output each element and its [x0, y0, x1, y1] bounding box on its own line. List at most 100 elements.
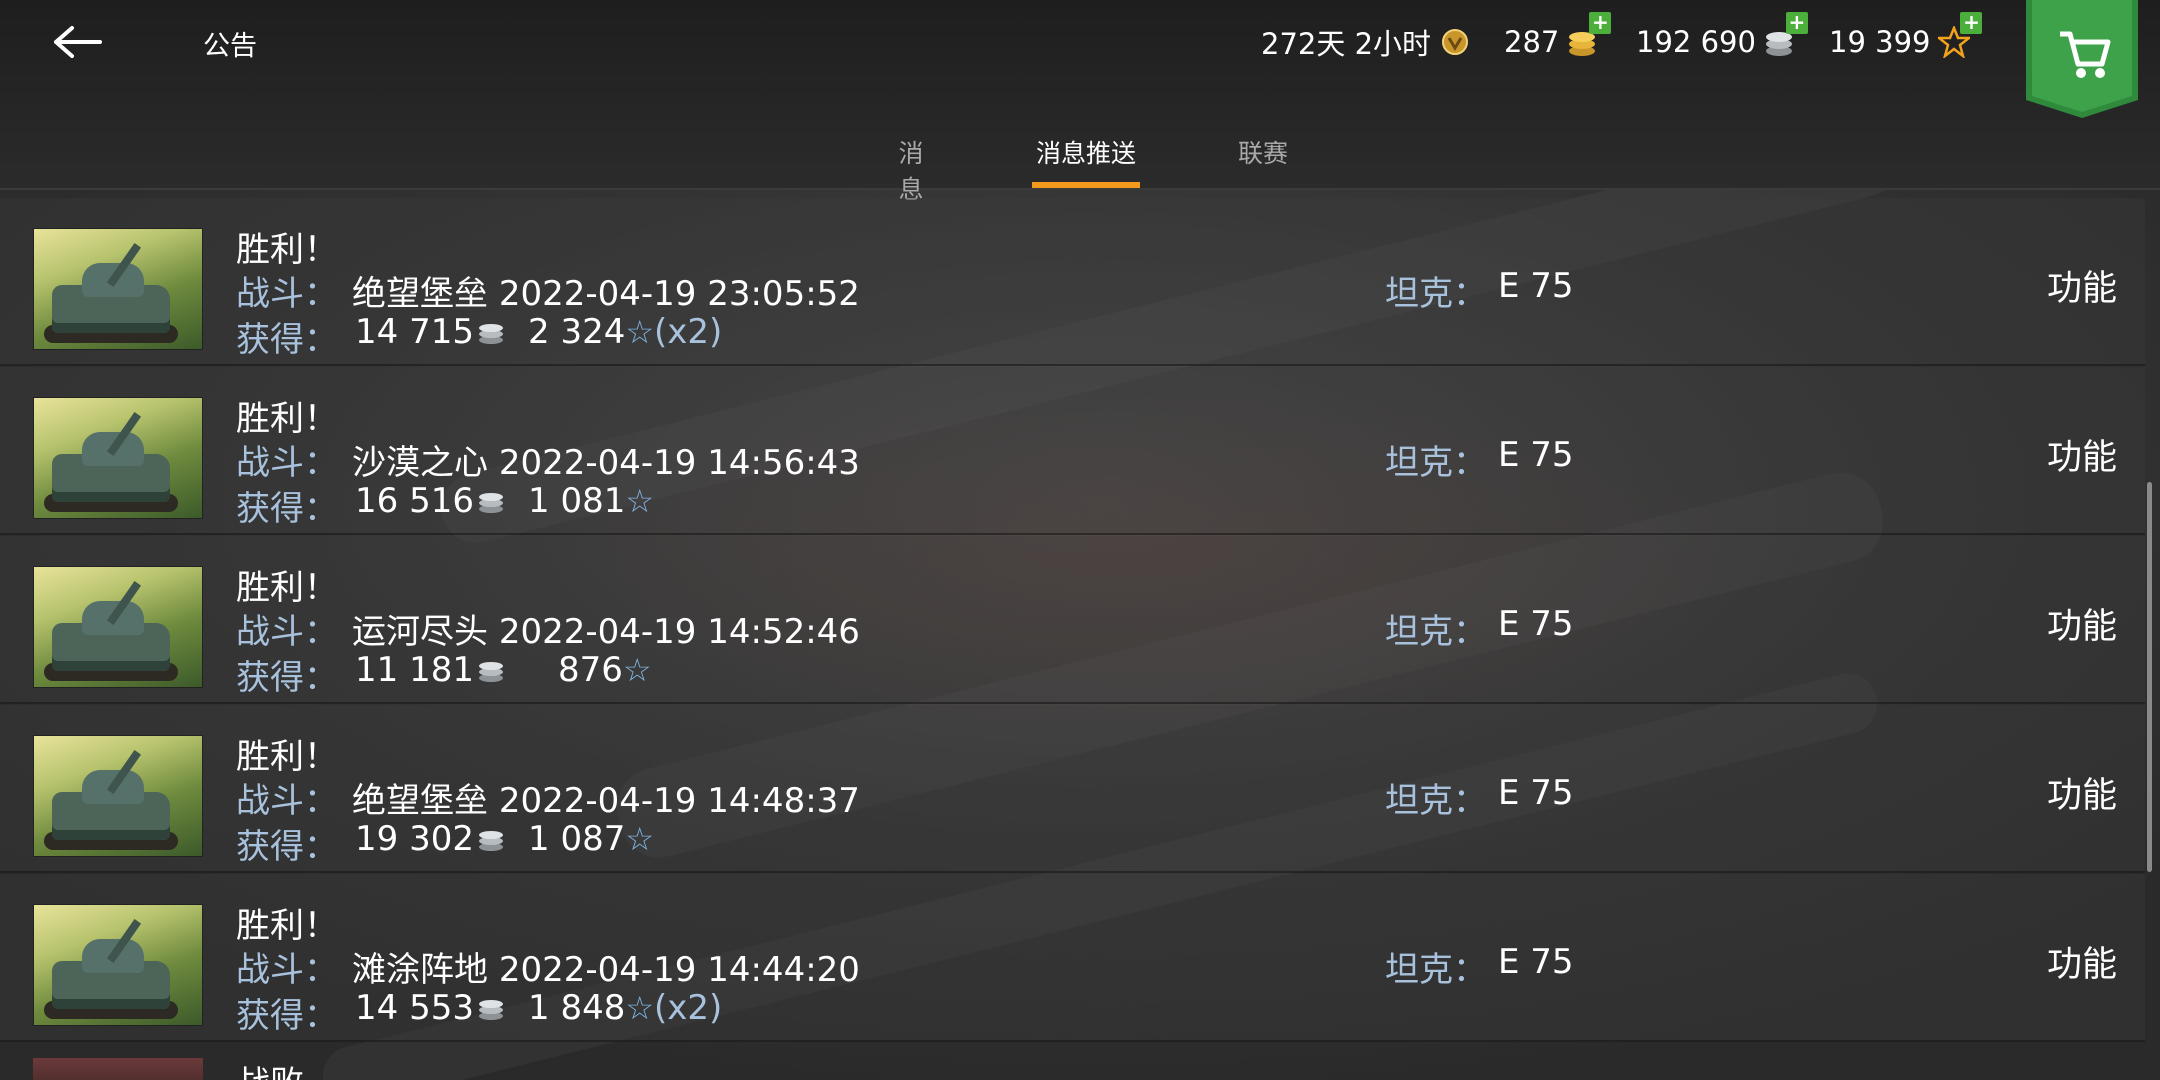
star-icon: + [1935, 12, 1983, 60]
battle-info: 绝望堡垒 2022-04-19 14:48:37 [352, 773, 860, 822]
add-credits-icon[interactable]: + [1785, 12, 1808, 34]
credits-amount: 11 181 [355, 650, 474, 690]
earned-credits: 14 553 [355, 988, 506, 1028]
shop-button[interactable] [2026, 0, 2138, 118]
function-button[interactable]: 功能 [2047, 429, 2117, 480]
tank-name: E 75 [1498, 604, 1574, 644]
silver-coins-icon [478, 493, 503, 513]
battle-datetime: 2022-04-19 14:44:20 [498, 950, 860, 990]
star-icon: ☆ [622, 651, 652, 689]
function-button[interactable]: 功能 [2047, 936, 2117, 987]
add-xp-icon[interactable]: + [1960, 12, 1983, 34]
battle-info: 绝望堡垒 2022-04-19 23:05:52 [352, 266, 860, 315]
battle-info: 沙漠之心 2022-04-19 14:56:43 [352, 435, 860, 484]
active-tab-indicator [1032, 182, 1140, 188]
battle-info: 滩涂阵地 2022-04-19 14:44:20 [352, 942, 860, 991]
tab-bar: 消息 消息推送 联赛 [0, 120, 2160, 204]
earned-label: 获得： [236, 996, 338, 1036]
xp-amount: 2 324 [528, 312, 626, 352]
message-row[interactable]: 胜利！ 战斗： 绝望堡垒 2022-04-19 23:05:52 获得： 14 715 2… [0, 198, 2145, 366]
function-button[interactable]: 功能 [2047, 260, 2117, 311]
battle-info: 运河尽头 2022-04-19 14:52:46 [352, 604, 860, 653]
earned-credits: 19 302 [355, 819, 506, 859]
map-name: 绝望堡垒 [352, 781, 488, 821]
battle-result: 胜利！ [236, 568, 338, 608]
function-button[interactable]: 功能 [2047, 767, 2117, 818]
tank-name: E 75 [1498, 435, 1574, 475]
earned-credits: 14 715 [355, 312, 506, 352]
earned-credits: 16 516 [355, 481, 506, 521]
earned-xp: 1 087☆ [528, 819, 654, 859]
tank-label: 坦克： [1385, 274, 1487, 314]
silver-coins-icon [478, 1000, 503, 1020]
credits-amount: 14 715 [355, 312, 474, 352]
battle-label: 战斗： [236, 612, 338, 652]
free-xp-value: 19 399 [1829, 25, 1931, 59]
map-name: 运河尽头 [352, 612, 488, 652]
battle-label: 战斗： [236, 781, 338, 821]
tab-message-push[interactable]: 消息推送 [1032, 134, 1140, 170]
premium-time[interactable]: 272天 2小时 [1261, 20, 1471, 64]
silver-coins-icon [478, 831, 503, 851]
credits-balance[interactable]: 192 690 + [1636, 12, 1808, 64]
earned-xp: 876☆ [558, 650, 652, 690]
battle-datetime: 2022-04-19 14:56:43 [498, 443, 860, 483]
message-row[interactable]: 胜利！ 战斗： 滩涂阵地 2022-04-19 14:44:20 获得： 14 553 1… [0, 874, 2145, 1042]
xp-amount: 876 [558, 650, 623, 690]
tank-label: 坦克： [1385, 781, 1487, 821]
gold-balance[interactable]: 287 + [1504, 12, 1612, 64]
credits-amount: 14 553 [355, 988, 474, 1028]
battle-result: 胜利！ [236, 906, 338, 946]
tank-label: 坦克： [1385, 612, 1487, 652]
back-button[interactable] [48, 18, 108, 66]
tank-label: 坦克： [1385, 950, 1487, 990]
tank-name: E 75 [1498, 942, 1574, 982]
battle-datetime: 2022-04-19 23:05:52 [498, 274, 860, 314]
message-row[interactable]: 胜利！ 战斗： 绝望堡垒 2022-04-19 14:48:37 获得： 19 302 1… [0, 705, 2145, 873]
earned-credits: 11 181 [355, 650, 506, 690]
battle-result: 胜利！ [236, 230, 338, 270]
battle-datetime: 2022-04-19 14:52:46 [498, 612, 860, 652]
map-name: 滩涂阵地 [352, 950, 488, 990]
star-icon: ☆ [625, 820, 655, 858]
earned-xp: 1 848☆(x2) [528, 988, 722, 1028]
tank-thumbnail [33, 228, 203, 350]
silver-coins-icon [478, 324, 503, 344]
tank-label: 坦克： [1385, 443, 1487, 483]
tab-league[interactable]: 联赛 [1237, 134, 1289, 170]
back-arrow-icon [54, 26, 102, 58]
function-button[interactable]: 功能 [2047, 598, 2117, 649]
battle-label: 战斗： [236, 443, 338, 483]
message-row[interactable]: 胜利！ 战斗： 沙漠之心 2022-04-19 14:56:43 获得： 16 516 1… [0, 367, 2145, 535]
battle-result: 胜利！ [236, 737, 338, 777]
map-name: 沙漠之心 [352, 443, 488, 483]
silver-coins-icon: + [1764, 12, 1808, 58]
star-icon: ☆ [625, 989, 655, 1027]
page-title: 公告 [203, 31, 257, 62]
tank-thumbnail [33, 397, 203, 519]
battle-result: 胜利！ [236, 399, 338, 439]
message-row[interactable]: 胜利！ 战斗： 运河尽头 2022-04-19 14:52:46 获得： 11 181 8… [0, 536, 2145, 704]
scrollbar[interactable] [2147, 482, 2152, 872]
free-xp-balance[interactable]: 19 399 + [1829, 12, 1983, 64]
add-gold-icon[interactable]: + [1589, 12, 1612, 34]
battle-thumbnail-partial [33, 1058, 203, 1080]
earned-label: 获得： [236, 320, 338, 360]
battle-result-partial: 战败 [236, 1056, 304, 1080]
earned-xp: 2 324☆(x2) [528, 312, 722, 352]
map-name: 绝望堡垒 [352, 274, 488, 314]
gold-coins-icon: + [1567, 12, 1612, 58]
credits-amount: 16 516 [355, 481, 474, 521]
xp-amount: 1 848 [528, 988, 626, 1028]
battle-datetime: 2022-04-19 14:48:37 [498, 781, 860, 821]
xp-amount: 1 087 [528, 819, 626, 859]
silver-coins-icon [478, 662, 503, 682]
tank-thumbnail [33, 566, 203, 688]
xp-multiplier: (x2) [654, 312, 723, 352]
gold-value: 287 [1504, 25, 1560, 59]
tank-name: E 75 [1498, 266, 1574, 306]
earned-label: 获得： [236, 658, 338, 698]
earned-label: 获得： [236, 827, 338, 867]
premium-badge-icon [1439, 26, 1471, 58]
credits-value: 192 690 [1636, 25, 1756, 59]
